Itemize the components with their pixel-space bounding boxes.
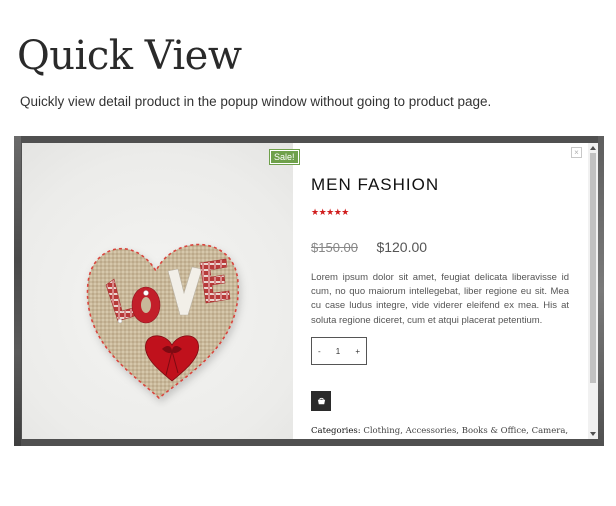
qty-value[interactable]: 1 <box>336 347 340 356</box>
product-title: MEN FASHION <box>311 175 440 194</box>
quantity-stepper[interactable]: - 1 + <box>311 337 367 365</box>
product-image <box>22 143 293 439</box>
add-to-cart-button[interactable] <box>311 391 331 411</box>
product-categories: Categories: Clothing, Accessories, Books… <box>311 426 581 436</box>
cart-icon <box>317 397 325 404</box>
rating-stars: ★★★★★ <box>311 207 349 217</box>
quick-view-overlay[interactable]: Sale! × MEN FASHION ★★★★★ $150.00 $120.0… <box>14 136 604 446</box>
scrollbar-thumb[interactable] <box>590 153 596 383</box>
old-price: $150.00 <box>311 240 358 255</box>
scroll-up-icon[interactable] <box>590 146 596 150</box>
modal-scrollbar[interactable] <box>588 143 598 439</box>
close-button[interactable]: × <box>571 147 582 158</box>
price-row: $150.00 $120.00 <box>311 239 427 257</box>
sale-badge: Sale! <box>269 149 300 165</box>
qty-increase-button[interactable]: + <box>355 347 360 356</box>
page-subtitle: Quickly view detail product in the popup… <box>20 94 492 109</box>
product-description: Lorem ipsum dolor sit amet, feugiat deli… <box>311 272 569 326</box>
scroll-down-icon[interactable] <box>590 432 596 436</box>
backdrop-right <box>598 136 604 446</box>
categories-label: Categories: <box>311 426 361 436</box>
backdrop-left <box>14 136 21 446</box>
qty-decrease-button[interactable]: - <box>318 347 321 356</box>
quick-view-modal: Sale! × MEN FASHION ★★★★★ $150.00 $120.0… <box>22 143 598 439</box>
categories-value[interactable]: Clothing, Accessories, Books & Office, C… <box>363 426 568 436</box>
page-title: Quick View <box>17 33 242 79</box>
current-price: $120.00 <box>376 239 428 255</box>
heart-product-photo <box>86 243 239 400</box>
